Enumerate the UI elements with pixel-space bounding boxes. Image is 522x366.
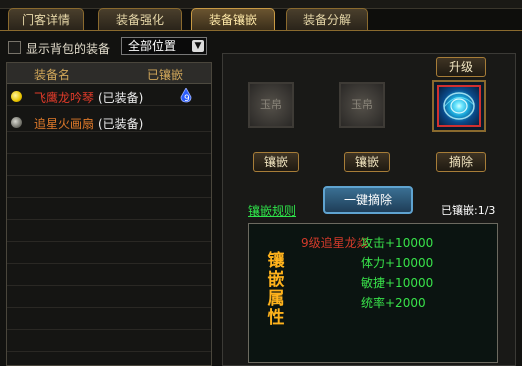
remove-button[interactable]: 摘除 — [436, 152, 486, 172]
unselected-radio-icon[interactable] — [11, 117, 22, 128]
tab-guest-details[interactable]: 门客详情 — [8, 8, 84, 30]
gem-count: 9 — [184, 94, 190, 104]
show-bag-checkbox[interactable] — [8, 41, 21, 54]
empty-list-row — [7, 134, 211, 154]
position-select-value: 全部位置 — [128, 39, 177, 53]
empty-list-row — [7, 266, 211, 286]
gem-name: 9级追星龙焱 — [301, 236, 369, 250]
empty-list-row — [7, 310, 211, 330]
equipment-name: 追星火画扇 — [34, 117, 95, 131]
equipment-name: 飞鹰龙吟琴 — [34, 91, 95, 105]
tab-equipment-decompose[interactable]: 装备分解 — [286, 8, 368, 30]
attribute-line: 攻击+10000 — [361, 236, 434, 250]
inlaid-count: 已镶嵌:1/3 — [441, 204, 496, 217]
inlay-button-1[interactable]: 镶嵌 — [253, 152, 299, 172]
chevron-down-icon: ▼ — [192, 40, 204, 52]
position-select[interactable]: 全部位置 ▼ — [121, 37, 207, 55]
inlay-rules-link[interactable]: 镶嵌规则 — [248, 202, 296, 219]
one-key-remove-button[interactable]: 一键摘除 — [323, 186, 413, 214]
inlaid-gem-icon — [437, 85, 481, 127]
empty-list-row — [7, 288, 211, 308]
empty-list-row — [7, 156, 211, 176]
equipment-status: (已装备) — [98, 91, 144, 105]
inlay-button-2[interactable]: 镶嵌 — [344, 152, 390, 172]
empty-list-row — [7, 244, 211, 264]
tab-equipment-enhance[interactable]: 装备强化 — [98, 8, 182, 30]
empty-list-row — [7, 178, 211, 198]
attribute-line: 敏捷+10000 — [361, 276, 434, 290]
empty-list-row — [7, 332, 211, 352]
gem-slot-2[interactable]: 玉帛 — [339, 82, 385, 128]
gem-slot-3[interactable] — [432, 80, 486, 132]
show-bag-label: 显示背包的装备 — [26, 42, 111, 56]
attribute-title: 镶嵌属性 — [267, 251, 285, 328]
attribute-line: 体力+10000 — [361, 256, 434, 270]
slot-1-text: 玉帛 — [260, 98, 282, 111]
attribute-line: 统率+2000 — [361, 296, 426, 310]
equipment-status: (已装备) — [98, 117, 144, 131]
column-header-inlaid: 已镶嵌 — [147, 68, 184, 82]
column-header-name: 装备名 — [34, 68, 71, 82]
upgrade-button[interactable]: 升级 — [436, 57, 486, 77]
list-item[interactable]: 飞鹰龙吟琴 (已装备) 9 — [7, 86, 211, 106]
list-item[interactable]: 追星火画扇 (已装备) — [7, 112, 211, 132]
selected-radio-icon[interactable] — [11, 91, 22, 102]
empty-list-row — [7, 222, 211, 242]
slot-2-text: 玉帛 — [351, 98, 373, 111]
gem-slot-1[interactable]: 玉帛 — [248, 82, 294, 128]
empty-list-row — [7, 200, 211, 220]
tab-equipment-inlay[interactable]: 装备镶嵌 — [191, 8, 275, 30]
